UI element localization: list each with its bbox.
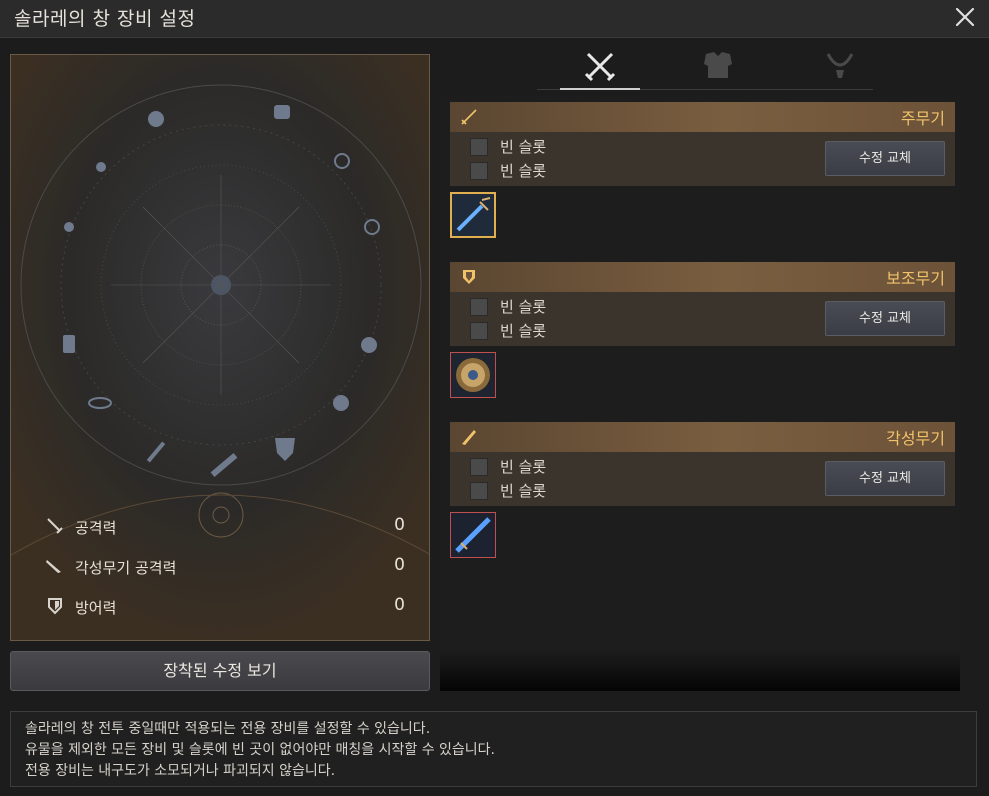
help-notice: 솔라레의 창 전투 중일때만 적용되는 전용 장비를 설정할 수 있습니다. 유… [10, 711, 977, 787]
slot-label: 빈 슬롯 [500, 162, 547, 180]
empty-slot-icon [470, 322, 488, 340]
section-title: 보조무기 [886, 269, 945, 288]
round-shield-icon [451, 353, 495, 397]
section-body: 빈 슬롯 빈 슬롯 수정 교체 [450, 132, 955, 186]
list-bottom-fade [440, 650, 960, 691]
help-line: 유물을 제외한 모든 장비 및 슬롯에 빈 곳이 없어야만 매칭을 시작할 수 … [25, 742, 496, 758]
shield-icon [463, 270, 475, 284]
stat-label: 방어력 [75, 599, 117, 617]
close-icon [955, 7, 975, 27]
shield-icon [48, 598, 62, 615]
empty-slot-icon [470, 138, 488, 156]
section-title: 각성무기 [886, 429, 945, 448]
greatsword-icon [462, 430, 476, 445]
stat-value: 0 [394, 555, 405, 575]
awakening-weapon-item[interactable] [450, 512, 496, 558]
empty-slot-icon [470, 458, 488, 476]
slot-label: 빈 슬롯 [500, 482, 547, 500]
main-weapon-item[interactable] [450, 192, 496, 238]
close-button[interactable] [953, 5, 977, 29]
earring-2-icon [64, 222, 74, 232]
stat-row-defense: 방어력 0 [11, 591, 429, 621]
stat-label: 공격력 [75, 519, 117, 537]
sword-icon [47, 518, 63, 534]
sub-weapon-item[interactable] [450, 352, 496, 398]
empty-slot-icon [470, 162, 488, 180]
empty-slot-icon [470, 298, 488, 316]
section-header: 각성무기 [450, 422, 955, 452]
earring-icon [96, 162, 106, 172]
gloves-icon [361, 337, 377, 353]
title-bar: 솔라레의 창 장비 설정 [0, 0, 989, 38]
equipment-settings-window: 솔라레의 창 장비 설정 공격력 0 각성무기 공격력 0 방어력 0 장착된 … [0, 0, 989, 796]
help-line: 솔라레의 창 전투 중일때만 적용되는 전용 장비를 설정할 수 있습니다. [25, 721, 431, 737]
boots-icon [63, 335, 75, 353]
empty-slot-icon [470, 482, 488, 500]
section-header: 주무기 [450, 102, 955, 132]
swap-crystal-button[interactable]: 수정 교체 [825, 141, 945, 176]
necklace-icon [826, 53, 854, 78]
blue-rapier-icon [452, 194, 494, 236]
tab-armor[interactable] [678, 44, 758, 90]
helmet-icon [148, 111, 164, 127]
armor-icon [704, 52, 732, 78]
section-body: 빈 슬롯 빈 슬롯 수정 교체 [450, 292, 955, 346]
section-body: 빈 슬롯 빈 슬롯 수정 교체 [450, 452, 955, 506]
stat-label: 각성무기 공격력 [75, 559, 177, 577]
slot-label: 빈 슬롯 [500, 458, 547, 476]
window-title: 솔라레의 창 장비 설정 [14, 8, 196, 30]
active-tab-indicator [560, 88, 640, 90]
stat-value: 0 [394, 595, 405, 615]
tab-weapons[interactable] [560, 44, 640, 90]
slot-label: 빈 슬롯 [500, 298, 547, 316]
section-header: 보조무기 [450, 262, 955, 292]
tab-accessory[interactable] [800, 44, 880, 90]
stat-row-attack: 공격력 0 [11, 511, 429, 541]
stat-value: 0 [394, 515, 405, 535]
slot-label: 빈 슬롯 [500, 138, 547, 156]
section-title: 주무기 [900, 109, 945, 128]
pendant-icon [333, 395, 349, 411]
awakening-sword-icon [46, 560, 61, 573]
rapier-icon [461, 109, 477, 125]
stat-row-awakening-attack: 각성무기 공격력 0 [11, 551, 429, 581]
blue-blade-icon [451, 513, 495, 557]
swap-crystal-button[interactable]: 수정 교체 [825, 461, 945, 496]
swap-crystal-button[interactable]: 수정 교체 [825, 301, 945, 336]
chest-armor-icon [274, 105, 290, 119]
slot-label: 빈 슬롯 [500, 322, 547, 340]
crossed-swords-icon [584, 52, 616, 82]
help-line: 전용 장비는 내구도가 소모되거나 파괴되지 않습니다. [25, 763, 336, 779]
view-equipped-crystals-button[interactable]: 장착된 수정 보기 [10, 651, 430, 691]
equipment-preview-panel: 공격력 0 각성무기 공격력 0 방어력 0 [10, 54, 430, 641]
